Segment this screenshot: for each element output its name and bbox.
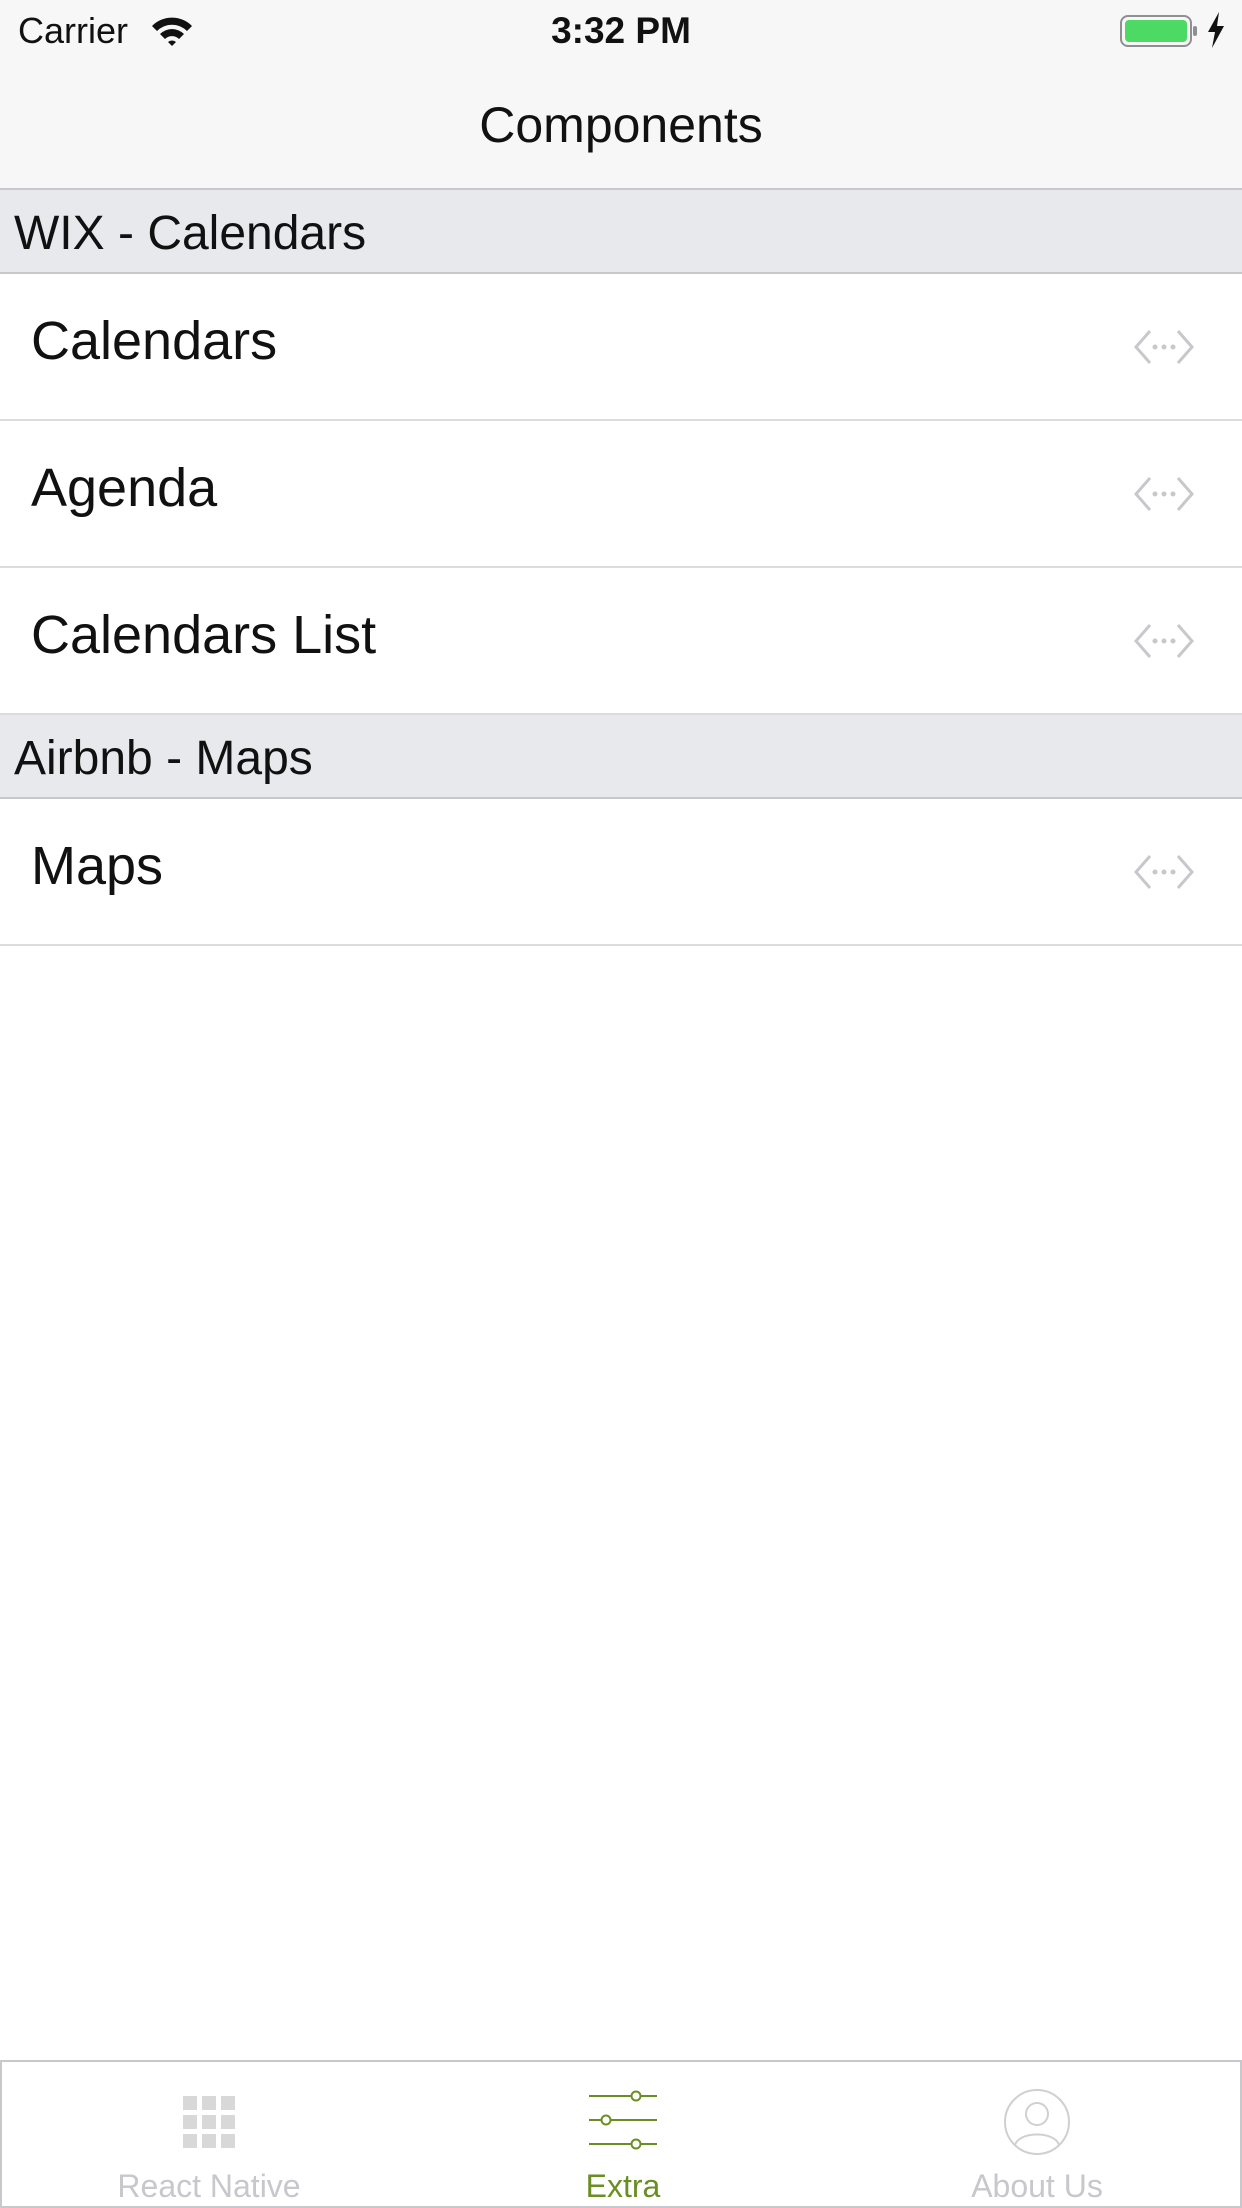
list-item-calendars-list[interactable]: Calendars List [0, 568, 1242, 715]
code-icon [1134, 624, 1194, 658]
list-item-label: Calendars List [31, 605, 377, 665]
list-item-label: Agenda [31, 458, 218, 518]
tab-label: React Native [117, 2168, 301, 2204]
battery-icon [1120, 15, 1197, 47]
list-item-label: Maps [31, 836, 164, 896]
list-item-agenda[interactable]: Agenda [0, 421, 1242, 568]
section-header-label: Airbnb - Maps [14, 732, 313, 785]
tab-label: About Us [971, 2168, 1103, 2204]
list-item-maps[interactable]: Maps [0, 799, 1242, 946]
tab-about-us[interactable]: About Us [830, 2062, 1242, 2208]
status-bar: Carrier 3:32 PM [0, 0, 1242, 60]
list-item-label: Calendars [31, 311, 278, 371]
grid-icon [183, 2096, 235, 2148]
code-icon [1134, 477, 1194, 511]
code-icon [1134, 330, 1194, 364]
tab-extra[interactable]: Extra [416, 2062, 830, 2208]
section-header-wix-calendars: WIX - Calendars [0, 190, 1242, 274]
charging-bolt-icon [1208, 12, 1224, 48]
status-time: 3:32 PM [551, 10, 691, 51]
navigation-bar: Components [0, 60, 1242, 190]
user-icon [1004, 2089, 1070, 2155]
section-header-label: WIX - Calendars [14, 207, 367, 260]
code-icon [1134, 855, 1194, 889]
tab-react-native[interactable]: React Native [2, 2062, 416, 2208]
tab-bar: React Native Extra About Us [0, 2060, 1242, 2208]
section-header-airbnb-maps: Airbnb - Maps [0, 715, 1242, 799]
sliders-icon [589, 2090, 657, 2150]
page-title: Components [479, 97, 763, 153]
tab-label: Extra [585, 2168, 661, 2204]
list-item-calendars[interactable]: Calendars [0, 274, 1242, 421]
